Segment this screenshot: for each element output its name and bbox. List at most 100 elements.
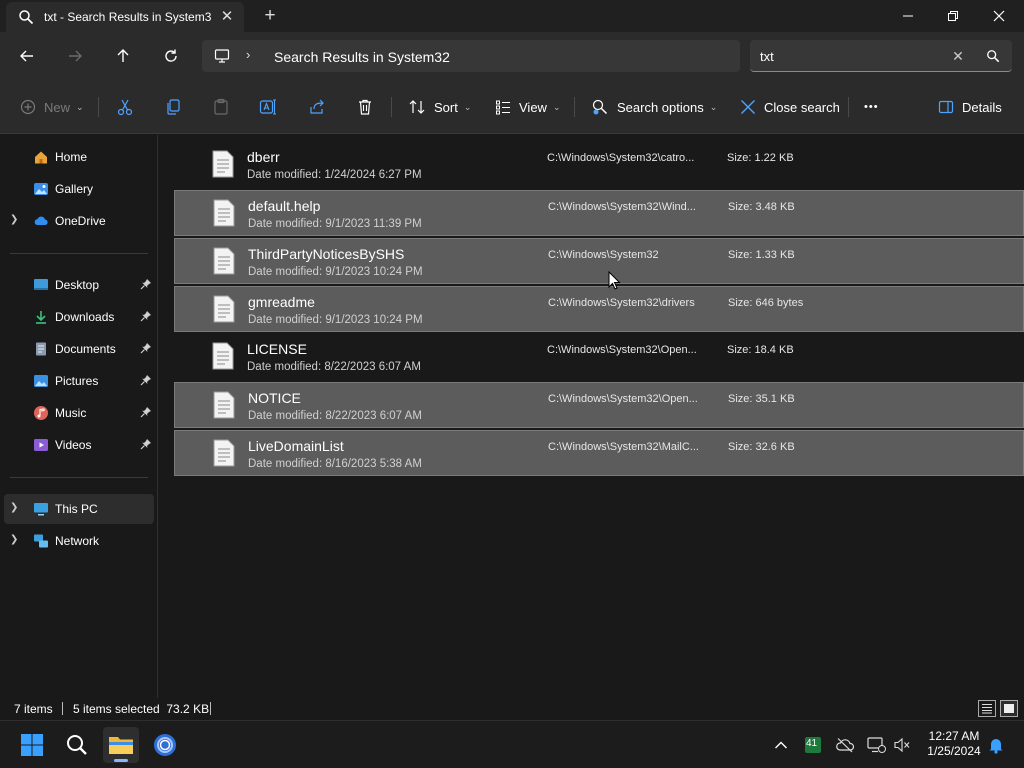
chevron-up-icon (775, 741, 787, 749)
details-pane-button[interactable]: Details (938, 94, 1002, 120)
file-row[interactable]: gmreadme Date modified: 9/1/2023 10:24 P… (174, 286, 1024, 332)
file-row[interactable]: ThirdPartyNoticesBySHS Date modified: 9/… (174, 238, 1024, 284)
text-file-icon (213, 199, 235, 230)
arrow-left-icon (20, 50, 33, 62)
sidebar-item-pictures[interactable]: Pictures (4, 366, 154, 396)
sidebar-item-this-pc[interactable]: ❯ This PC (4, 494, 154, 524)
active-indicator (114, 759, 128, 762)
refresh-button[interactable] (157, 42, 185, 70)
close-search-label: Close search (764, 99, 840, 115)
close-search-button[interactable]: Close search (740, 94, 840, 120)
more-options-button[interactable]: ••• (864, 94, 879, 120)
file-size: Size: 35.1 KB (728, 393, 795, 405)
address-bar[interactable]: › Search Results in System32 (202, 40, 740, 72)
view-button[interactable]: View ⌄ (495, 94, 561, 120)
chevron-down-icon: ⌄ (76, 101, 84, 112)
file-row[interactable]: default.help Date modified: 9/1/2023 11:… (174, 190, 1024, 236)
volume-tray-icon[interactable] (892, 735, 912, 755)
tab-search-results[interactable]: txt - Search Results in System32 ✕ (6, 2, 244, 32)
sidebar-item-documents[interactable]: Documents (4, 334, 154, 364)
clear-search-button[interactable]: ✕ (948, 47, 968, 65)
pin-icon[interactable] (140, 406, 152, 418)
network-tray-icon[interactable] (866, 735, 886, 755)
minimize-button[interactable] (885, 0, 931, 32)
sidebar-item-home[interactable]: Home (4, 142, 154, 172)
onedrive-cloud-icon (33, 213, 49, 229)
details-label: Details (962, 99, 1002, 115)
toolbar-divider (574, 97, 575, 117)
paste-button[interactable] (212, 94, 230, 120)
network-status-icon (867, 737, 886, 753)
sidebar-item-videos[interactable]: Videos (4, 430, 154, 460)
pin-icon[interactable] (140, 278, 152, 290)
forward-button[interactable] (61, 42, 89, 70)
search-box[interactable]: ✕ (750, 40, 1012, 72)
text-file-icon (212, 342, 234, 373)
breadcrumb-separator[interactable]: › (246, 47, 250, 62)
share-icon (310, 99, 324, 114)
title-bar: txt - Search Results in System32 ✕ + (0, 0, 1024, 32)
onedrive-tray-icon[interactable] (835, 735, 855, 755)
file-path: C:\Windows\System32\Open... (548, 393, 698, 405)
sidebar-item-desktop[interactable]: Desktop (4, 270, 154, 300)
tiles-view-button[interactable] (1000, 700, 1018, 717)
mouse-cursor-icon (608, 271, 621, 290)
view-label: View (519, 99, 547, 115)
file-explorer-taskbar-button[interactable] (103, 727, 139, 763)
file-date: Date modified: 9/1/2023 11:39 PM (248, 218, 422, 230)
pin-icon[interactable] (140, 310, 152, 322)
sidebar-item-gallery[interactable]: Gallery (4, 174, 154, 204)
network-icon (33, 533, 49, 549)
cut-button[interactable] (116, 94, 134, 120)
back-button[interactable] (13, 42, 41, 70)
view-list-icon (496, 100, 510, 115)
delete-button[interactable] (356, 94, 374, 120)
chevron-right-icon[interactable]: ❯ (10, 534, 18, 545)
arrow-up-icon (117, 49, 129, 62)
folder-icon (109, 737, 133, 754)
search-options-button[interactable]: Search options ⌄ (591, 94, 717, 120)
chevron-right-icon[interactable]: ❯ (10, 214, 18, 225)
chevron-right-icon[interactable]: ❯ (10, 502, 18, 513)
start-button[interactable] (14, 727, 50, 763)
new-tab-button[interactable]: + (258, 4, 282, 28)
details-view-button[interactable] (978, 700, 996, 717)
sidebar-item-music[interactable]: Music (4, 398, 154, 428)
music-icon (33, 405, 49, 421)
copy-button[interactable] (164, 94, 182, 120)
show-hidden-icons-button[interactable] (771, 735, 791, 755)
pin-icon[interactable] (140, 374, 152, 386)
clock[interactable]: 12:27 AM 1/25/2024 (918, 729, 990, 759)
file-row[interactable]: dberr Date modified: 1/24/2024 6:27 PM C… (174, 142, 1024, 188)
pin-icon[interactable] (140, 342, 152, 354)
sidebar-item-onedrive[interactable]: ❯ OneDrive (4, 206, 154, 236)
trash-icon (359, 99, 371, 115)
search-input[interactable] (760, 46, 940, 66)
breadcrumb[interactable]: Search Results in System32 (274, 49, 450, 65)
download-arrow-icon (33, 309, 49, 325)
file-row[interactable]: LiveDomainList Date modified: 8/16/2023 … (174, 430, 1024, 476)
tab-close-button[interactable]: ✕ (218, 8, 236, 26)
desktop-icon (33, 277, 49, 293)
new-button[interactable]: New ⌄ (20, 94, 84, 120)
close-window-button[interactable] (976, 0, 1022, 32)
tray-app-icon[interactable]: 41 (803, 735, 823, 755)
file-row[interactable]: LICENSE Date modified: 8/22/2023 6:07 AM… (174, 334, 1024, 380)
sidebar-item-network[interactable]: ❯ Network (4, 526, 154, 556)
sidebar-item-downloads[interactable]: Downloads (4, 302, 154, 332)
notifications-button[interactable] (986, 735, 1006, 755)
text-file-icon (213, 247, 235, 278)
rename-button[interactable] (259, 94, 277, 120)
share-button[interactable] (308, 94, 326, 120)
pin-icon[interactable] (140, 438, 152, 450)
restore-button[interactable] (930, 0, 976, 32)
search-icon[interactable] (986, 49, 1000, 66)
chrome-taskbar-button[interactable] (147, 727, 183, 763)
up-button[interactable] (109, 42, 137, 70)
sort-button[interactable]: Sort ⌄ (408, 94, 471, 120)
taskbar-search-button[interactable] (59, 727, 95, 763)
file-row[interactable]: NOTICE Date modified: 8/22/2023 6:07 AM … (174, 382, 1024, 428)
file-path: C:\Windows\System32\catro... (547, 152, 695, 164)
file-date: Date modified: 9/1/2023 10:24 PM (248, 266, 423, 278)
clipboard-icon (214, 98, 228, 115)
